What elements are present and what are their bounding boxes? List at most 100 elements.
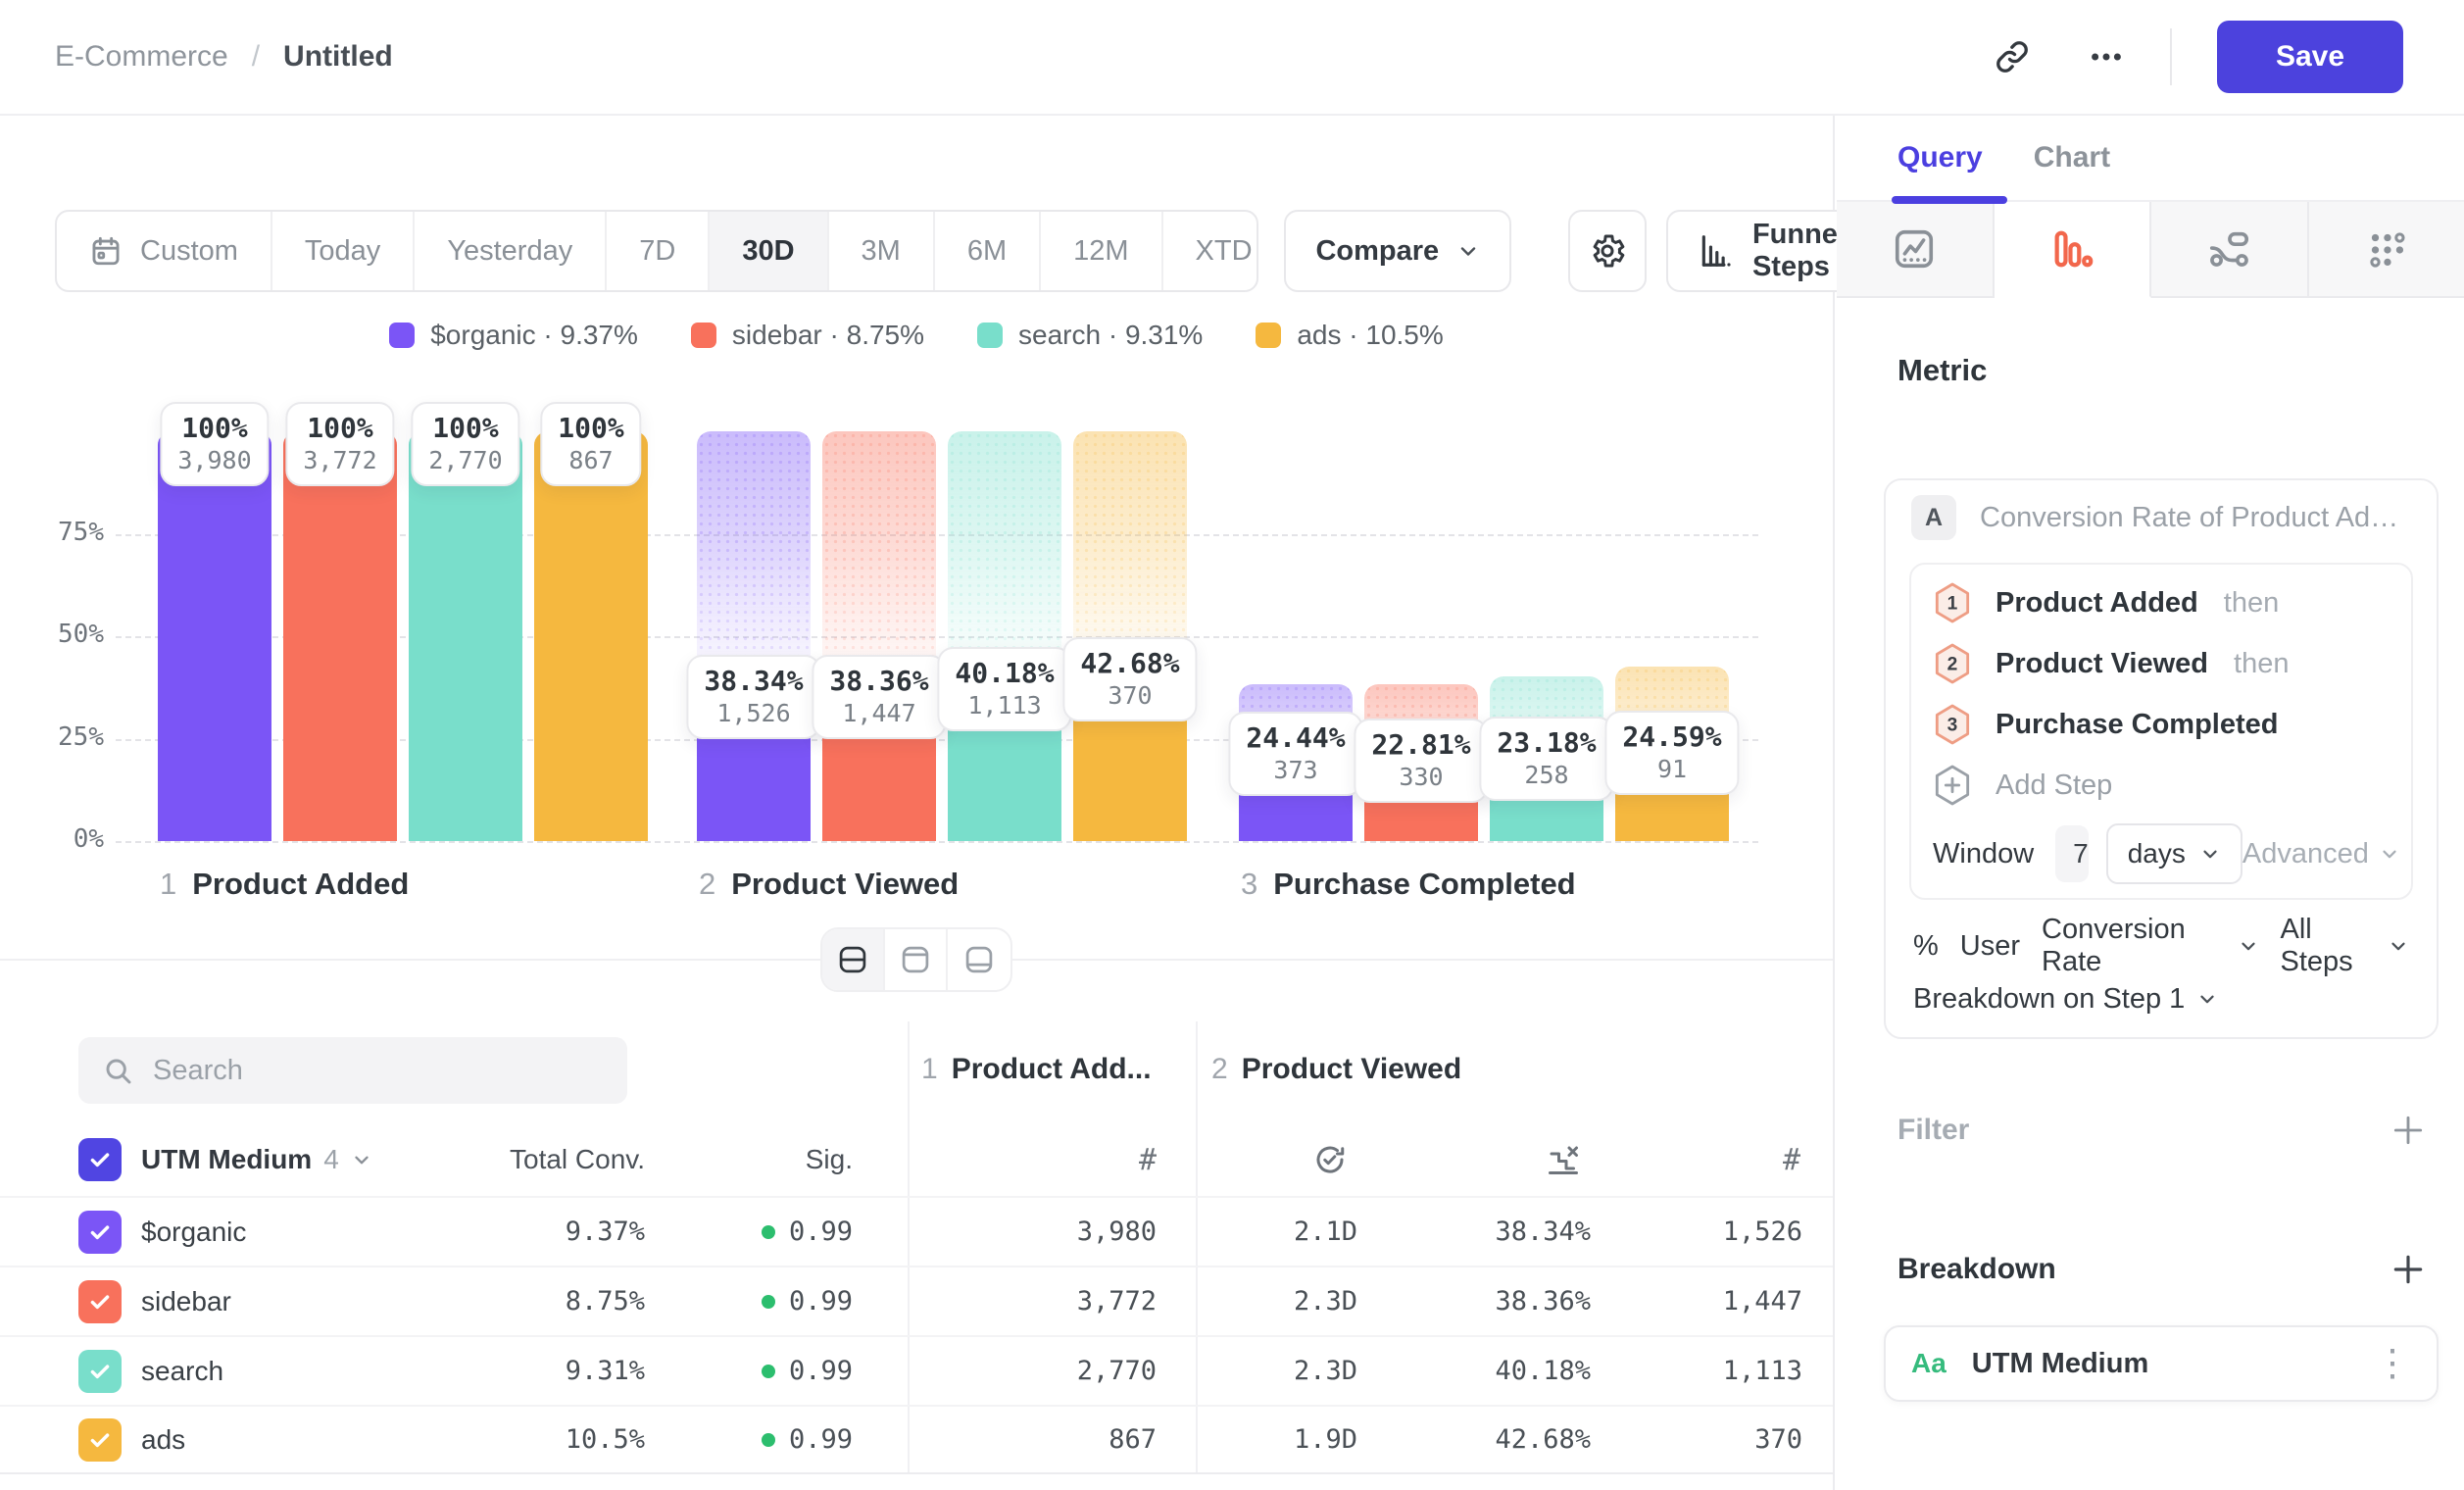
bar-count-label: 258 <box>1497 761 1596 789</box>
query-step-3[interactable]: 3Purchase Completed <box>1933 694 2390 755</box>
funnel-step-label: 1Product Added <box>160 867 409 902</box>
total-conv-column-header[interactable]: Total Conv. <box>398 1144 645 1175</box>
measure-metric-label: Conversion Rate <box>2042 914 2225 978</box>
save-button[interactable]: Save <box>2217 21 2403 93</box>
funnel-bar[interactable] <box>158 431 271 841</box>
range-option-xtd[interactable]: XTD <box>1163 212 1259 290</box>
bar-percent-label: 100% <box>177 412 251 444</box>
range-option-6m[interactable]: 6M <box>935 212 1041 290</box>
range-option-3m[interactable]: 3M <box>829 212 935 290</box>
funnel-bar[interactable] <box>534 431 648 841</box>
range-option-7d[interactable]: 7D <box>607 212 710 290</box>
funnel-steps-icon <box>1698 232 1735 270</box>
window-unit-label: days <box>2128 838 2186 869</box>
count-column-header[interactable]: # <box>1595 1143 1806 1177</box>
row-checkbox[interactable] <box>78 1418 122 1462</box>
breakdown-item[interactable]: Aa UTM Medium ⋮ <box>1884 1325 2439 1402</box>
bar-value-badge: 38.36%1,447 <box>812 655 946 739</box>
measurement-row: % User Conversion Rate All Steps <box>1909 925 2413 967</box>
kebab-menu-icon[interactable]: ⋮ <box>2374 1349 2411 1378</box>
legend-item[interactable]: ads · 10.5% <box>1256 320 1443 351</box>
bar-value-badge: 40.18%1,113 <box>937 647 1071 731</box>
row-significance: 0.99 <box>645 1356 853 1386</box>
bar-slot-ads: 42.68%370 <box>1073 431 1187 841</box>
calendar-icon <box>89 234 123 268</box>
measure-scope-label: All Steps <box>2281 914 2377 978</box>
bar-count-label: 867 <box>558 446 623 474</box>
legend-label: search · 9.31% <box>1018 320 1203 351</box>
sig-column-header[interactable]: Sig. <box>645 1144 853 1175</box>
time-to-convert-column-header[interactable] <box>1196 1142 1361 1177</box>
breadcrumb-project[interactable]: E-Commerce <box>55 40 228 74</box>
bar-slot-organic: 100%3,980 <box>158 431 271 841</box>
topbar-divider <box>2170 28 2172 85</box>
add-filter-button[interactable] <box>2390 1112 2427 1149</box>
window-unit-select[interactable]: days <box>2106 823 2242 884</box>
metric-badge: A <box>1911 495 1956 540</box>
date-range-picker: CustomTodayYesterday7D30D3M6M12M XTD <box>55 210 1258 292</box>
row-significance: 0.99 <box>645 1217 853 1247</box>
sig-dot <box>762 1295 775 1309</box>
tab-query[interactable]: Query <box>1897 141 1983 174</box>
legend-item[interactable]: $organic · 9.37% <box>389 320 638 351</box>
measure-scope-select[interactable]: All Steps <box>2281 914 2410 978</box>
range-option-custom[interactable]: Custom <box>57 212 272 290</box>
legend-item[interactable]: sidebar · 8.75% <box>691 320 924 351</box>
tab-flow-chart[interactable] <box>2151 202 2309 298</box>
row-step2-count: 1,447 <box>1595 1286 1806 1316</box>
range-option-30d[interactable]: 30D <box>710 212 828 290</box>
step-number: 2 <box>699 867 715 902</box>
measure-metric-select[interactable]: Conversion Rate <box>2042 914 2258 978</box>
row-significance: 0.99 <box>645 1286 853 1316</box>
range-option-12m[interactable]: 12M <box>1041 212 1162 290</box>
count-column-header[interactable]: # <box>908 1143 1196 1177</box>
range-label: XTD <box>1196 235 1253 268</box>
share-link-button[interactable] <box>1980 25 2045 89</box>
bar-value-badge: 24.44%373 <box>1228 712 1362 796</box>
ellipsis-icon <box>2086 36 2127 77</box>
more-options-button[interactable] <box>2074 25 2139 89</box>
select-all-checkbox[interactable] <box>78 1138 122 1181</box>
tab-chart[interactable]: Chart <box>2034 141 2110 174</box>
tab-line-chart[interactable] <box>1837 202 1995 298</box>
row-checkbox[interactable] <box>78 1280 122 1323</box>
query-step-label: Product Viewed <box>1996 648 2208 680</box>
add-step-button[interactable]: Add Step <box>1933 755 2390 816</box>
group-column-header[interactable]: UTM Medium 4 <box>141 1144 398 1175</box>
percent-icon: % <box>1913 930 1939 963</box>
row-step1-count: 2,770 <box>908 1356 1196 1386</box>
advanced-toggle[interactable]: Advanced <box>2242 838 2400 870</box>
table-search-input[interactable]: Search <box>78 1037 627 1104</box>
window-value-input[interactable]: 7 <box>2055 825 2089 882</box>
compare-button[interactable]: Compare <box>1284 210 1511 292</box>
tab-scatter-grid[interactable] <box>2309 202 2464 298</box>
measure-entity[interactable]: User <box>1960 930 2020 963</box>
row-checkbox[interactable] <box>78 1211 122 1254</box>
topbar-actions: Save <box>1980 21 2403 93</box>
legend-item[interactable]: search · 9.31% <box>977 320 1203 351</box>
chevron-down-icon <box>351 1149 372 1170</box>
row-significance: 0.99 <box>645 1424 853 1455</box>
conversion-column-header[interactable] <box>1361 1142 1595 1177</box>
funnel-bar[interactable] <box>283 431 397 841</box>
query-step-2[interactable]: 2Product Viewedthen <box>1933 633 2390 694</box>
chart-settings-button[interactable] <box>1568 210 1647 292</box>
metric-name: Conversion Rate of Product Adde... <box>1980 502 2411 534</box>
tab-funnel-chart[interactable] <box>1995 202 2152 298</box>
bar-percent-label: 24.44% <box>1246 721 1345 754</box>
table-row: ads10.5%0.998671.9D42.68%370 <box>0 1405 1833 1474</box>
breadcrumb-page-title[interactable]: Untitled <box>283 40 393 74</box>
row-checkbox[interactable] <box>78 1350 122 1393</box>
range-option-yesterday[interactable]: Yesterday <box>415 212 607 290</box>
query-step-1[interactable]: 1Product Addedthen <box>1933 572 2390 633</box>
metric-header[interactable]: A Conversion Rate of Product Adde... <box>1909 494 2413 541</box>
funnel-steps-card: 1Product Addedthen2Product Viewedthen3Pu… <box>1909 563 2413 900</box>
y-axis-label: 25% <box>35 722 104 752</box>
range-option-today[interactable]: Today <box>272 212 415 290</box>
row-step2-conversion: 38.34% <box>1361 1217 1595 1247</box>
group-column-label: UTM Medium <box>141 1144 312 1175</box>
add-breakdown-button[interactable] <box>2390 1251 2427 1288</box>
breakdown-on-step-select[interactable]: Breakdown on Step 1 <box>1909 978 2413 1019</box>
breakdown-label: Breakdown <box>1897 1253 2056 1286</box>
funnel-bar[interactable] <box>409 431 522 841</box>
